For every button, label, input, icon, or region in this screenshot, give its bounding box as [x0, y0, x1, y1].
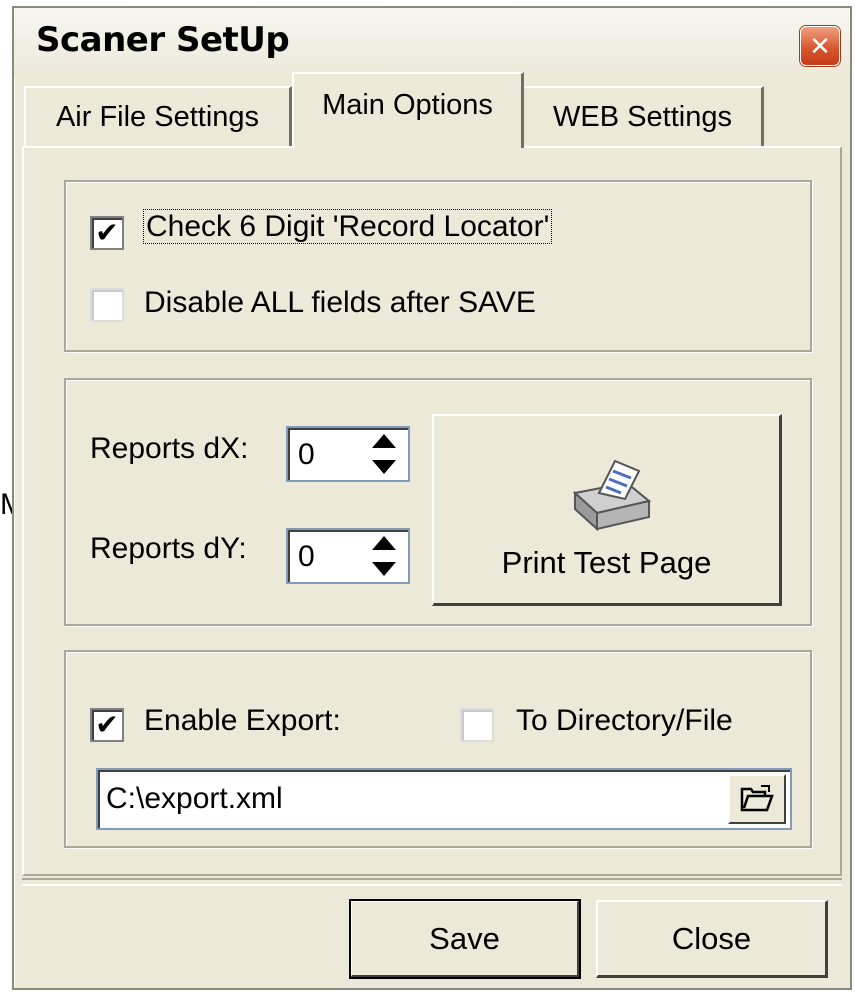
print-test-page-button[interactable]: Print Test Page	[432, 414, 782, 606]
check-mark: ✔	[95, 709, 119, 740]
window-title: Scaner SetUp	[36, 20, 290, 60]
spin-down-icon[interactable]	[372, 562, 396, 576]
close-label: Close	[671, 920, 752, 956]
record-locator-checkbox[interactable]: ✔	[90, 216, 124, 250]
spin-up-icon[interactable]	[372, 434, 396, 448]
tab-main-options[interactable]: Main Options	[292, 72, 524, 148]
spin-up-icon[interactable]	[372, 536, 396, 550]
close-button[interactable]: Close	[596, 900, 828, 978]
record-locator-label[interactable]: Check 6 Digit 'Record Locator'	[142, 209, 553, 244]
reports-dx-value[interactable]: 0	[298, 438, 315, 472]
reports-dy-spinner[interactable]: 0	[286, 528, 410, 584]
spin-arrows[interactable]	[366, 434, 402, 474]
to-directory-checkbox[interactable]	[460, 708, 494, 742]
close-icon: ✕	[809, 30, 831, 61]
disable-fields-checkbox[interactable]	[90, 288, 124, 322]
footer-divider	[22, 878, 842, 886]
browse-folder-button[interactable]	[728, 774, 786, 824]
tab-air-file-settings[interactable]: Air File Settings	[24, 86, 292, 146]
to-directory-label[interactable]: To Directory/File	[516, 704, 733, 738]
print-test-page-label: Print Test Page	[501, 545, 712, 580]
reports-dx-spinner[interactable]: 0	[286, 426, 410, 482]
reports-dx-label: Reports dX:	[90, 432, 249, 465]
save-button[interactable]: Save	[349, 899, 581, 979]
spin-down-icon[interactable]	[372, 460, 396, 474]
spin-arrows[interactable]	[366, 536, 402, 576]
reports-dy-value[interactable]: 0	[298, 540, 315, 574]
record-locator-text: Check 6 Digit 'Record Locator'	[142, 209, 553, 244]
export-path-value[interactable]: C:\export.xml	[106, 782, 283, 816]
disable-fields-label[interactable]: Disable ALL fields after SAVE	[144, 286, 536, 320]
tab-label: Main Options	[322, 88, 493, 121]
dialog-window: Scaner SetUp ✕ Air File Settings WEB Set…	[12, 6, 852, 990]
title-bar[interactable]: Scaner SetUp ✕	[14, 8, 850, 78]
reports-dy-label: Reports dY:	[90, 532, 247, 565]
check-mark: ✔	[95, 217, 119, 248]
printer-icon	[572, 459, 651, 531]
tab-label: WEB Settings	[553, 100, 732, 133]
save-label: Save	[429, 920, 500, 956]
enable-export-checkbox[interactable]: ✔	[90, 708, 124, 742]
close-window-button[interactable]: ✕	[800, 26, 840, 66]
tab-web-settings[interactable]: WEB Settings	[522, 86, 764, 146]
export-path-field[interactable]: C:\export.xml	[96, 768, 792, 830]
open-folder-icon	[740, 785, 774, 812]
enable-export-label[interactable]: Enable Export:	[144, 704, 341, 738]
tab-label: Air File Settings	[55, 100, 260, 133]
options-group	[64, 180, 812, 352]
